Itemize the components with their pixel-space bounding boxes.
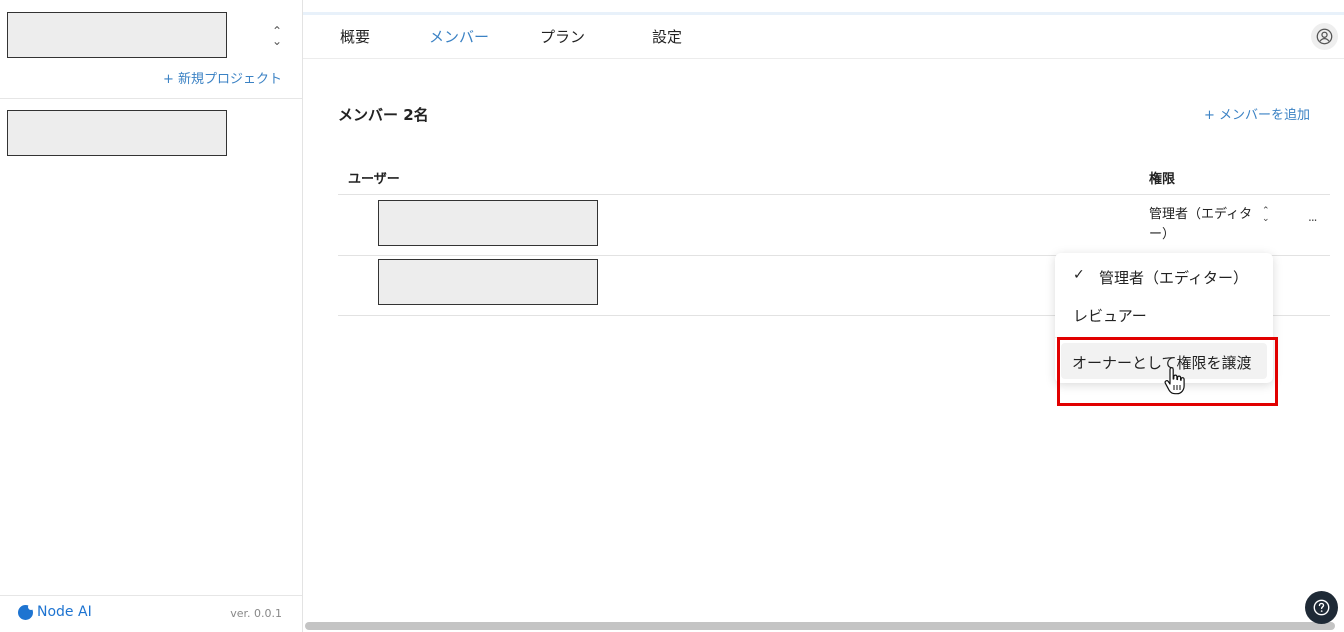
- sidebar: ⌃ ⌄ + 新規プロジェクト Node AI ver. 0.0.1: [0, 0, 303, 632]
- user-account-button[interactable]: [1311, 23, 1338, 50]
- new-project-link[interactable]: + 新規プロジェクト: [163, 68, 282, 87]
- row-more-button[interactable]: ...: [1308, 210, 1318, 224]
- help-button[interactable]: [1305, 591, 1338, 624]
- logo-text: Node AI: [37, 604, 92, 620]
- tab-plan[interactable]: プラン: [540, 26, 585, 47]
- tab-members[interactable]: メンバー: [429, 26, 489, 47]
- project-selector[interactable]: [7, 12, 227, 58]
- column-header-role: 権限: [1149, 172, 1176, 187]
- chevron-updown-icon[interactable]: ⌃ ⌄: [1262, 207, 1270, 224]
- tab-settings[interactable]: 設定: [652, 26, 682, 47]
- tab-overview[interactable]: 概要: [340, 26, 370, 47]
- column-header-user: ユーザー: [348, 172, 400, 187]
- dropdown-item-admin-editor[interactable]: ✓ 管理者（エディター）: [1055, 257, 1273, 295]
- hand-pointer-icon: [1164, 367, 1185, 395]
- version-label: ver. 0.0.1: [230, 607, 282, 620]
- table-header-divider: [338, 194, 1330, 195]
- dropdown-item-reviewer[interactable]: レビュアー: [1055, 295, 1273, 333]
- chevron-updown-icon[interactable]: ⌃ ⌄: [270, 25, 284, 47]
- sidebar-project-item[interactable]: [7, 110, 227, 156]
- horizontal-scrollbar[interactable]: [305, 622, 1335, 630]
- member-user-cell: [378, 259, 598, 305]
- sidebar-divider: [0, 98, 302, 99]
- user-circle-icon: [1316, 28, 1333, 45]
- question-circle-icon: [1313, 599, 1330, 616]
- member-user-cell: [378, 200, 598, 246]
- members-count-title: メンバー 2名: [338, 106, 429, 124]
- role-select[interactable]: 管理者（エディター）: [1149, 205, 1259, 245]
- check-icon: ✓: [1073, 267, 1085, 283]
- dropdown-item-label: 管理者（エディター）: [1099, 269, 1248, 287]
- node-ai-logo-icon: [18, 603, 34, 620]
- sidebar-footer-divider: [0, 595, 302, 596]
- nav-divider: [303, 58, 1344, 59]
- add-member-link[interactable]: + メンバーを追加: [1204, 104, 1310, 123]
- brand-logo[interactable]: Node AI: [18, 603, 92, 620]
- dropdown-item-label: レビュアー: [1073, 307, 1147, 325]
